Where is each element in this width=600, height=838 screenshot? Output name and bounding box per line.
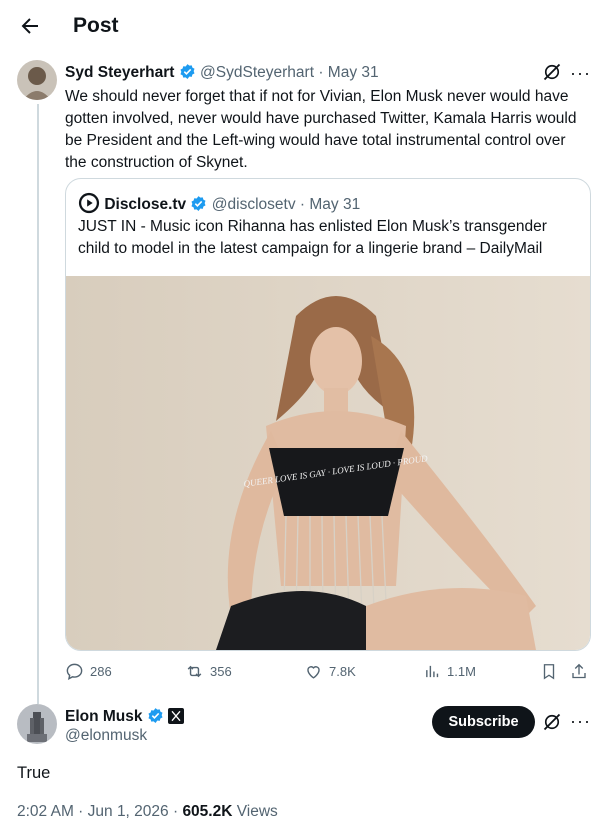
more-options-icon[interactable]: ··· — [570, 63, 591, 84]
quote-author-name: Disclose.tv — [104, 196, 187, 213]
avatar[interactable] — [17, 60, 57, 100]
quote-image[interactable]: QUEER LOVE IS GAY · LOVE IS LOUD · PROUD — [66, 276, 590, 650]
quote-date: May 31 — [309, 196, 361, 213]
reply-icon — [66, 663, 83, 680]
disclose-logo-icon — [78, 192, 100, 214]
heart-icon — [307, 666, 320, 679]
more-options-icon[interactable]: ··· — [570, 711, 591, 732]
quoted-post[interactable]: Disclose.tv @disclosetv · May 31 JUST IN… — [65, 178, 591, 651]
grok-icon[interactable] — [542, 712, 562, 737]
repost-count: 356 — [210, 664, 232, 679]
thread-line — [37, 104, 39, 704]
reply-count: 286 — [90, 664, 112, 679]
post-date[interactable]: May 31 — [328, 64, 379, 81]
separator: · — [318, 64, 324, 81]
post-time[interactable]: 2:02 AM · Jun 1, 2026 · — [17, 803, 182, 820]
views-total: 605.2K — [182, 803, 233, 820]
author-handle[interactable]: @elonmusk — [65, 727, 147, 745]
views-button[interactable]: 1.1M — [424, 662, 476, 681]
grok-icon[interactable] — [542, 62, 562, 87]
like-count: 7.8K — [329, 664, 356, 679]
post-timestamp-line: 2:02 AM · Jun 1, 2026 · 605.2K Views — [17, 803, 278, 821]
share-icon[interactable] — [570, 662, 588, 686]
avatar[interactable] — [17, 704, 57, 744]
verified-badge-icon — [191, 196, 206, 211]
repost-icon — [187, 665, 202, 678]
views-count: 1.1M — [447, 664, 476, 679]
verified-badge-icon — [180, 64, 195, 79]
author-handle[interactable]: @SydSteyerhart — [200, 64, 314, 81]
bookmark-icon[interactable] — [540, 662, 558, 686]
author-name[interactable]: Syd Steyerhart — [65, 64, 174, 81]
page-title: Post — [73, 14, 119, 37]
back-arrow-icon[interactable] — [18, 14, 42, 38]
quote-text: JUST IN - Music icon Rihanna has enliste… — [78, 218, 547, 257]
like-button[interactable]: 7.8K — [304, 662, 356, 681]
quote-author-handle: @disclosetv — [211, 196, 296, 213]
x-affiliation-icon — [168, 708, 185, 724]
repost-button[interactable]: 356 — [185, 662, 232, 681]
views-label: Views — [232, 803, 278, 820]
reply-button[interactable]: 286 — [65, 662, 112, 681]
subscribe-button[interactable]: Subscribe — [432, 706, 535, 738]
verified-badge-icon — [148, 708, 163, 723]
views-chart-icon — [426, 665, 439, 678]
author-name[interactable]: Elon Musk — [65, 708, 143, 725]
separator: · — [299, 196, 306, 213]
post-text: True — [17, 764, 51, 782]
post-text: We should never forget that if not for V… — [65, 88, 577, 171]
